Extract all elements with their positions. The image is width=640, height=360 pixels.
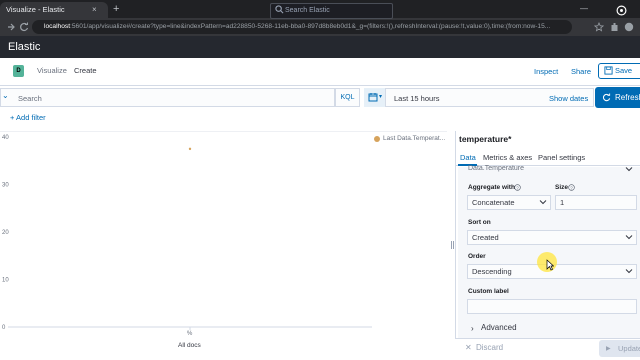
chevron-down-icon: ▾ [379,94,383,100]
url-path: :5601/app/visualize#/create?type=line&in… [70,23,551,30]
calendar-icon [368,93,378,102]
kibana-header: Elastic [0,36,640,58]
star-icon[interactable] [594,22,604,32]
refresh-icon [602,93,611,102]
reload-icon[interactable] [19,22,29,32]
y-tick-label: 0 [2,325,6,331]
share-link[interactable]: Share [571,67,591,76]
svg-text:?: ? [516,185,519,190]
size-input[interactable]: 1 [555,195,637,210]
global-search-input[interactable]: Search Elastic [270,3,393,19]
help-icon[interactable] [616,5,627,16]
legend-label[interactable]: Last Data.Temperat... [383,135,445,142]
sort-select[interactable]: Created [467,230,637,245]
url-field[interactable]: localhost:5601/app/visualize#/create?typ… [32,20,572,34]
size-label: Size [555,184,569,191]
date-range-text[interactable]: Last 15 hours [394,94,439,103]
aggregate-label: Aggregate with [468,184,515,191]
browser-tab-title: Visualize - Elastic [6,5,65,14]
save-icon [604,66,613,75]
y-tick-label: 20 [2,230,9,236]
question-icon: ? [568,184,575,191]
panel-title: temperature* [459,134,512,144]
kql-toggle[interactable]: KQL [335,88,360,107]
breadcrumb-create: Create [74,66,97,75]
new-tab-icon[interactable]: + [113,2,119,16]
play-icon: ▶ [606,346,611,352]
y-tick-label: 10 [2,278,9,284]
search-icon [275,5,284,14]
tab-panel-settings[interactable]: Panel settings [538,153,585,162]
sort-label: Sort on [468,219,491,226]
advanced-toggle[interactable]: Advanced [481,323,517,332]
data-point[interactable] [188,147,192,151]
minimize-icon[interactable]: — [580,2,588,16]
y-tick-label: 40 [2,135,9,141]
order-label: Order [468,253,486,260]
custom-label-input[interactable] [467,299,637,314]
url-host: localhost [44,23,71,30]
custom-label-label: Custom label [468,288,509,295]
svg-text:?: ? [570,185,573,190]
query-input[interactable] [0,88,335,107]
app-title: Elastic [8,41,41,53]
tab-metrics-axes[interactable]: Metrics & axes [483,153,532,162]
inspect-link[interactable]: Inspect [534,67,558,76]
chevron-down-icon[interactable] [625,165,633,173]
cursor-icon [546,259,554,271]
discard-button[interactable]: Discard [476,343,503,352]
chevron-down-icon [539,200,547,205]
breadcrumb-visualize[interactable]: Visualize [37,66,67,75]
show-dates-link[interactable]: Show dates [549,94,588,103]
close-icon: ✕ [465,343,472,352]
query-placeholder: Search [18,94,42,103]
extensions-icon[interactable] [610,22,620,32]
y-tick-label: 30 [2,183,9,189]
forward-arrow-icon[interactable] [6,22,16,32]
chevron-down-icon[interactable]: ⌄ [2,91,9,100]
x-axis-label: All docs [178,342,201,349]
tab-data[interactable]: Data [460,153,476,162]
resize-handle[interactable] [451,241,454,249]
space-avatar[interactable]: D [13,65,24,77]
field-name: Data.Temperature [468,165,525,172]
tab-close-icon[interactable]: × [92,2,97,18]
chevron-down-icon [625,269,633,274]
question-icon: ? [514,184,521,191]
x-tick-label: % [187,331,193,337]
legend-swatch[interactable] [374,136,380,142]
chevron-right-icon[interactable]: › [471,324,474,333]
chevron-down-icon [625,235,633,240]
profile-icon[interactable] [624,22,634,32]
add-filter-link[interactable]: + Add filter [10,113,46,122]
browser-address-bar: localhost:5601/app/visualize#/create?typ… [0,18,640,36]
line-chart: 40 30 20 10 0 [2,135,372,331]
